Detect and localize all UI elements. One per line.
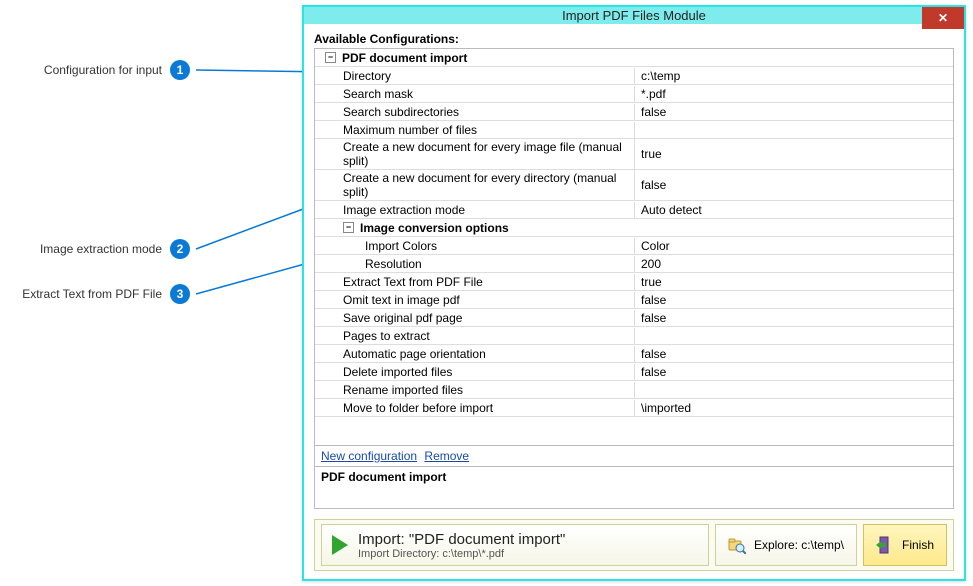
prop-label: Search mask xyxy=(343,87,413,101)
property-grid: − PDF document import Directory c:\temp … xyxy=(314,48,954,446)
property-row[interactable]: Create a new document for every image fi… xyxy=(315,139,953,170)
empty-row xyxy=(315,417,953,445)
property-row[interactable]: Resolution 200 xyxy=(315,255,953,273)
prop-value[interactable]: true xyxy=(635,274,953,290)
close-icon: ✕ xyxy=(938,11,948,25)
property-row[interactable]: Pages to extract xyxy=(315,327,953,345)
property-row[interactable]: Omit text in image pdf false xyxy=(315,291,953,309)
property-row[interactable]: Automatic page orientation false xyxy=(315,345,953,363)
prop-label: Resolution xyxy=(365,257,422,271)
subgroup-row[interactable]: − Image conversion options xyxy=(315,219,953,237)
prop-label: Import Colors xyxy=(365,239,437,253)
property-row[interactable]: Save original pdf page false xyxy=(315,309,953,327)
import-subtitle: Import Directory: c:\temp\*.pdf xyxy=(358,548,565,560)
prop-label: Create a new document for every image fi… xyxy=(343,140,630,168)
prop-value[interactable]: false xyxy=(635,177,953,193)
prop-value[interactable]: false xyxy=(635,364,953,380)
prop-label: Delete imported files xyxy=(343,365,452,379)
annotation-label: Configuration for input xyxy=(44,63,162,77)
remove-link[interactable]: Remove xyxy=(424,449,469,463)
property-row[interactable]: Maximum number of files xyxy=(315,121,953,139)
exit-icon xyxy=(876,536,894,554)
description-box: PDF document import xyxy=(314,467,954,509)
collapse-icon[interactable]: − xyxy=(343,222,354,233)
explore-label: Explore: c:\temp\ xyxy=(754,538,844,552)
prop-label: Create a new document for every director… xyxy=(343,171,630,199)
annotation-badge: 3 xyxy=(170,284,190,304)
prop-label: Move to folder before import xyxy=(343,401,493,415)
property-row[interactable]: Import Colors Color xyxy=(315,237,953,255)
finish-label: Finish xyxy=(902,538,934,552)
import-button[interactable]: Import: "PDF document import" Import Dir… xyxy=(321,524,709,566)
prop-label: Directory xyxy=(343,69,391,83)
annotation-label: Extract Text from PDF File xyxy=(22,287,162,301)
annotation-label: Image extraction mode xyxy=(40,242,162,256)
prop-value[interactable]: Auto detect xyxy=(635,202,953,218)
close-button[interactable]: ✕ xyxy=(922,7,964,29)
prop-value[interactable]: false xyxy=(635,310,953,326)
prop-value[interactable]: true xyxy=(635,146,953,162)
new-configuration-link[interactable]: New configuration xyxy=(321,449,417,463)
titlebar: Import PDF Files Module ✕ xyxy=(304,7,964,24)
property-row[interactable]: Delete imported files false xyxy=(315,363,953,381)
property-row[interactable]: Rename imported files xyxy=(315,381,953,399)
prop-value[interactable]: false xyxy=(635,104,953,120)
section-label: Available Configurations: xyxy=(314,32,954,46)
property-row[interactable]: Move to folder before import \imported xyxy=(315,399,953,417)
prop-value[interactable]: \imported xyxy=(635,400,953,416)
prop-value[interactable] xyxy=(635,389,953,391)
prop-label: Extract Text from PDF File xyxy=(343,275,483,289)
prop-label: Image extraction mode xyxy=(343,203,465,217)
property-row[interactable]: Image extraction mode Auto detect xyxy=(315,201,953,219)
prop-value[interactable]: *.pdf xyxy=(635,86,953,102)
magnify-folder-icon xyxy=(728,536,746,554)
collapse-icon[interactable]: − xyxy=(325,52,336,63)
prop-value[interactable]: Color xyxy=(635,238,953,254)
prop-label: Search subdirectories xyxy=(343,105,459,119)
prop-label: Pages to extract xyxy=(343,329,430,343)
prop-value[interactable] xyxy=(635,335,953,337)
prop-value[interactable]: false xyxy=(635,292,953,308)
bottom-toolbar: Import: "PDF document import" Import Dir… xyxy=(314,519,954,571)
property-row[interactable]: Create a new document for every director… xyxy=(315,170,953,201)
prop-value[interactable]: c:\temp xyxy=(635,68,953,84)
prop-label: Omit text in image pdf xyxy=(343,293,460,307)
prop-label: Save original pdf page xyxy=(343,311,462,325)
explore-button[interactable]: Explore: c:\temp\ xyxy=(715,524,857,566)
group-label: PDF document import xyxy=(342,51,467,65)
window-title: Import PDF Files Module xyxy=(304,8,964,23)
property-row[interactable]: Directory c:\temp xyxy=(315,67,953,85)
annotation-badge: 2 xyxy=(170,239,190,259)
links-row: New configuration Remove xyxy=(314,446,954,467)
import-title: Import: "PDF document import" xyxy=(358,531,565,548)
prop-value[interactable] xyxy=(635,129,953,131)
prop-value[interactable]: false xyxy=(635,346,953,362)
prop-label: Rename imported files xyxy=(343,383,463,397)
finish-button[interactable]: Finish xyxy=(863,524,947,566)
group-row[interactable]: − PDF document import xyxy=(315,49,953,67)
prop-label: Maximum number of files xyxy=(343,123,477,137)
play-icon xyxy=(332,535,348,555)
property-row[interactable]: Extract Text from PDF File true xyxy=(315,273,953,291)
annotation-badge: 1 xyxy=(170,60,190,80)
group-label: Image conversion options xyxy=(360,221,509,235)
prop-label: Automatic page orientation xyxy=(343,347,486,361)
dialog-window: Import PDF Files Module ✕ Available Conf… xyxy=(302,5,966,581)
property-row[interactable]: Search mask *.pdf xyxy=(315,85,953,103)
prop-value[interactable]: 200 xyxy=(635,256,953,272)
property-row[interactable]: Search subdirectories false xyxy=(315,103,953,121)
